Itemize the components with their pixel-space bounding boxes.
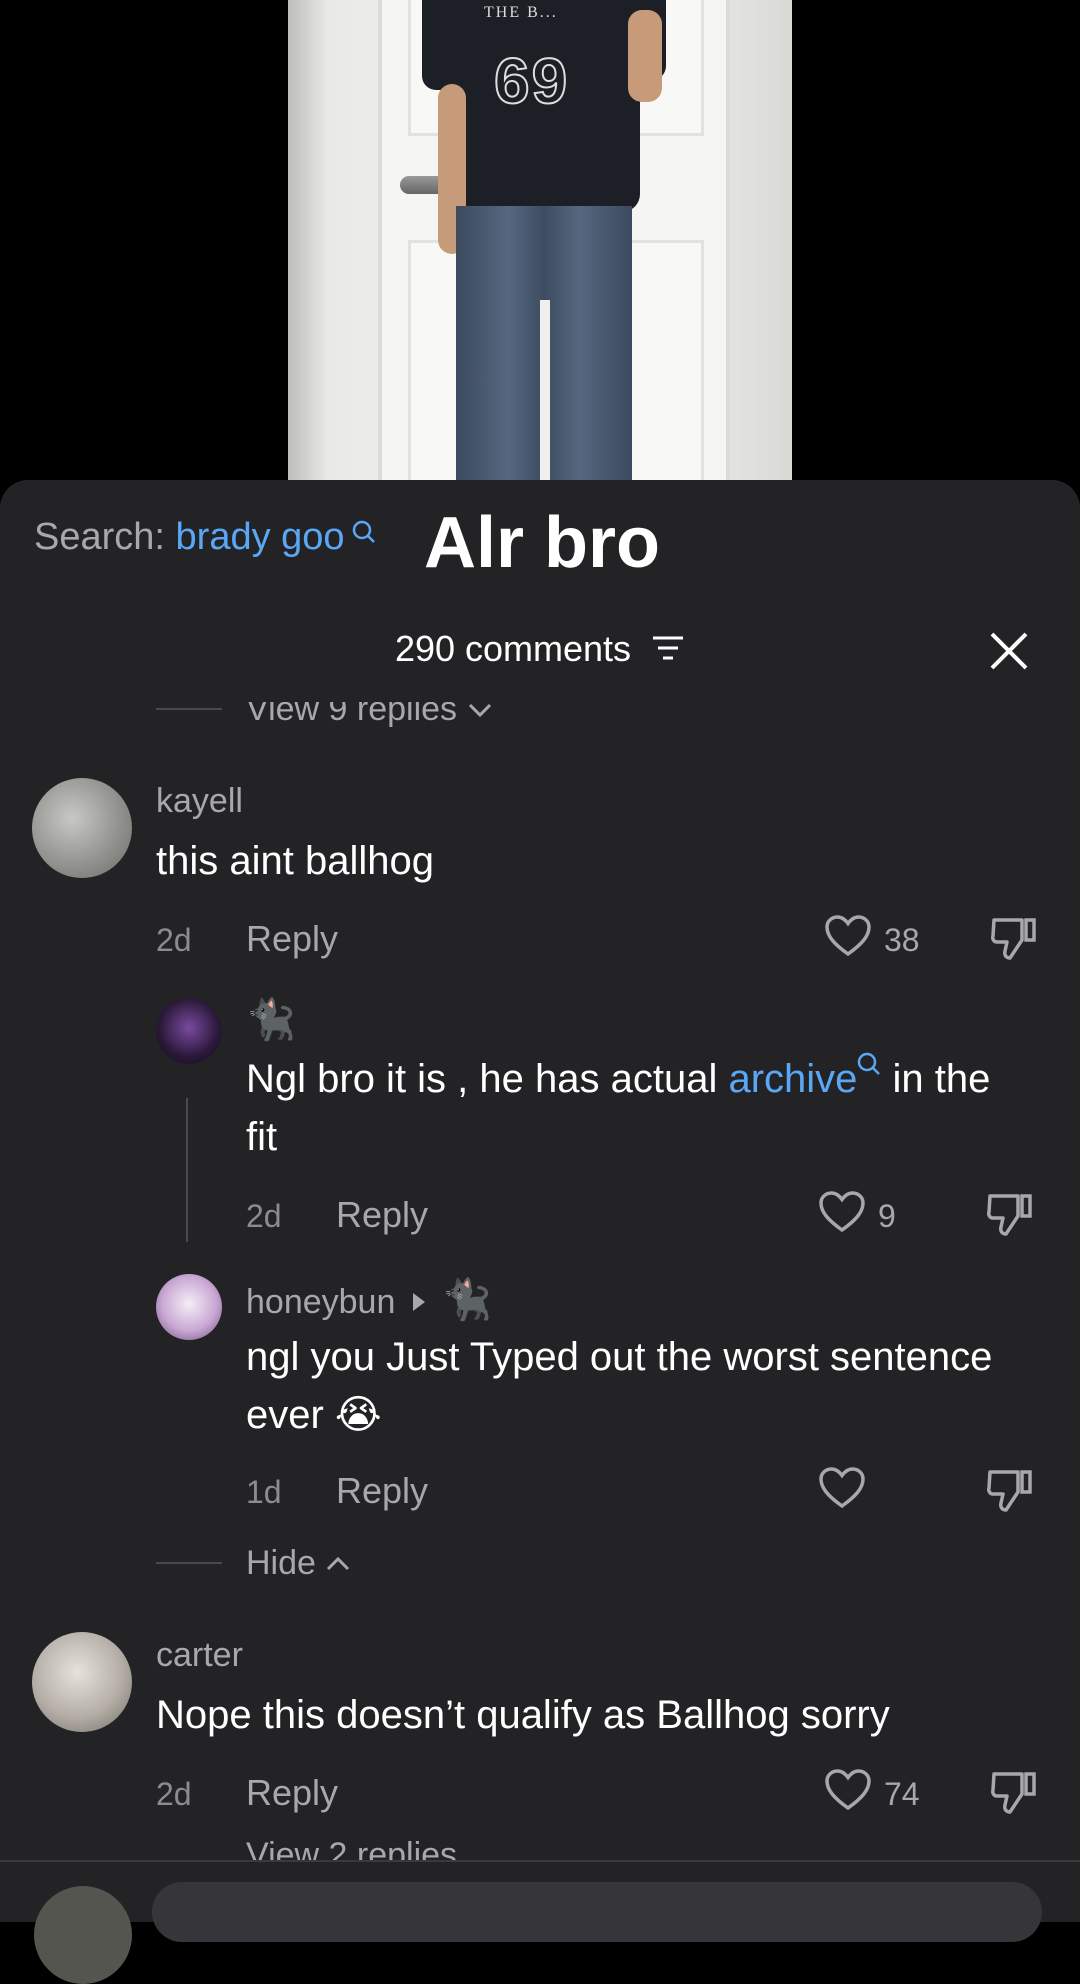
reply-button[interactable]: Reply — [336, 1470, 428, 1512]
avatar[interactable] — [32, 1632, 132, 1732]
search-icon — [857, 1043, 881, 1087]
video-player[interactable]: THE B... 69 — [0, 0, 1080, 480]
avatar[interactable] — [156, 998, 222, 1064]
comment-username[interactable]: kayell — [156, 782, 243, 821]
heart-icon[interactable] — [824, 914, 872, 963]
dislike-icon[interactable] — [988, 1768, 1038, 1821]
reply-age: 2d — [246, 1198, 282, 1234]
like-count: 38 — [884, 922, 920, 958]
reply-button[interactable]: Reply — [336, 1194, 428, 1236]
view-replies-button[interactable]: View 2 replies — [246, 1836, 457, 1860]
avatar[interactable] — [156, 1274, 222, 1340]
heart-icon[interactable] — [818, 1190, 866, 1239]
reply-text: ngl you Just Typed out the worst sentenc… — [246, 1335, 993, 1437]
close-icon[interactable] — [988, 630, 1030, 672]
dislike-icon[interactable] — [984, 1190, 1034, 1243]
search-link-archive[interactable]: archive — [728, 1057, 857, 1101]
search-icon — [345, 520, 376, 552]
hide-label: Hide — [246, 1544, 316, 1582]
reply-arrow-icon — [411, 1283, 427, 1321]
reply-text: Ngl bro it is , he has actual archive in… — [246, 1050, 1016, 1166]
self-avatar — [34, 1886, 132, 1984]
comment-username[interactable]: carter — [156, 1636, 243, 1675]
chevron-up-icon — [325, 1544, 351, 1582]
reply-button[interactable]: Reply — [246, 918, 338, 960]
filter-icon[interactable] — [651, 630, 685, 672]
reply-to-user[interactable]: 🐈‍⬛ — [442, 1278, 492, 1322]
reply-username: honeybun 🐈‍⬛ — [246, 1276, 492, 1323]
comment-text: this aint ballhog — [156, 839, 434, 883]
search-prefix: Search: — [34, 516, 165, 558]
dislike-icon[interactable] — [984, 1466, 1034, 1519]
comments-count: 290 comments — [394, 628, 632, 669]
comment-input[interactable] — [152, 1882, 1042, 1942]
comments-header: 290 comments — [0, 628, 1080, 672]
comment-age: 2d — [156, 922, 192, 958]
heart-icon[interactable] — [824, 1768, 872, 1817]
view-replies-label: View 2 replies — [246, 1836, 458, 1860]
shirt-text: THE B... — [484, 4, 558, 21]
avatar[interactable] — [32, 778, 132, 878]
reply-author[interactable]: honeybun — [246, 1283, 395, 1321]
thread-line — [186, 1098, 188, 1242]
search-suggestion[interactable]: Search: brady goo — [34, 516, 376, 559]
divider — [156, 708, 222, 710]
reply-age: 1d — [246, 1474, 282, 1510]
like-count: 74 — [884, 1776, 920, 1812]
comment-age: 2d — [156, 1776, 192, 1812]
scroll-clip — [0, 680, 1080, 702]
video-caption-overlay: Alr bro — [424, 503, 661, 583]
heart-icon[interactable] — [818, 1466, 866, 1515]
dislike-icon[interactable] — [988, 914, 1038, 967]
hide-replies-button[interactable]: Hide — [246, 1544, 351, 1583]
shirt-number: 69 — [493, 44, 570, 118]
reply-text-part: Ngl bro it is , he has actual — [246, 1057, 729, 1101]
like-count: 9 — [878, 1198, 896, 1234]
reply-button[interactable]: Reply — [246, 1772, 338, 1814]
comment-text: Nope this doesn’t qualify as Ballhog sor… — [156, 1693, 890, 1737]
reply-username[interactable]: 🐈‍⬛ — [246, 996, 296, 1043]
search-term[interactable]: brady goo — [176, 516, 345, 558]
video-frame: THE B... 69 — [288, 0, 792, 480]
divider — [156, 1562, 222, 1564]
